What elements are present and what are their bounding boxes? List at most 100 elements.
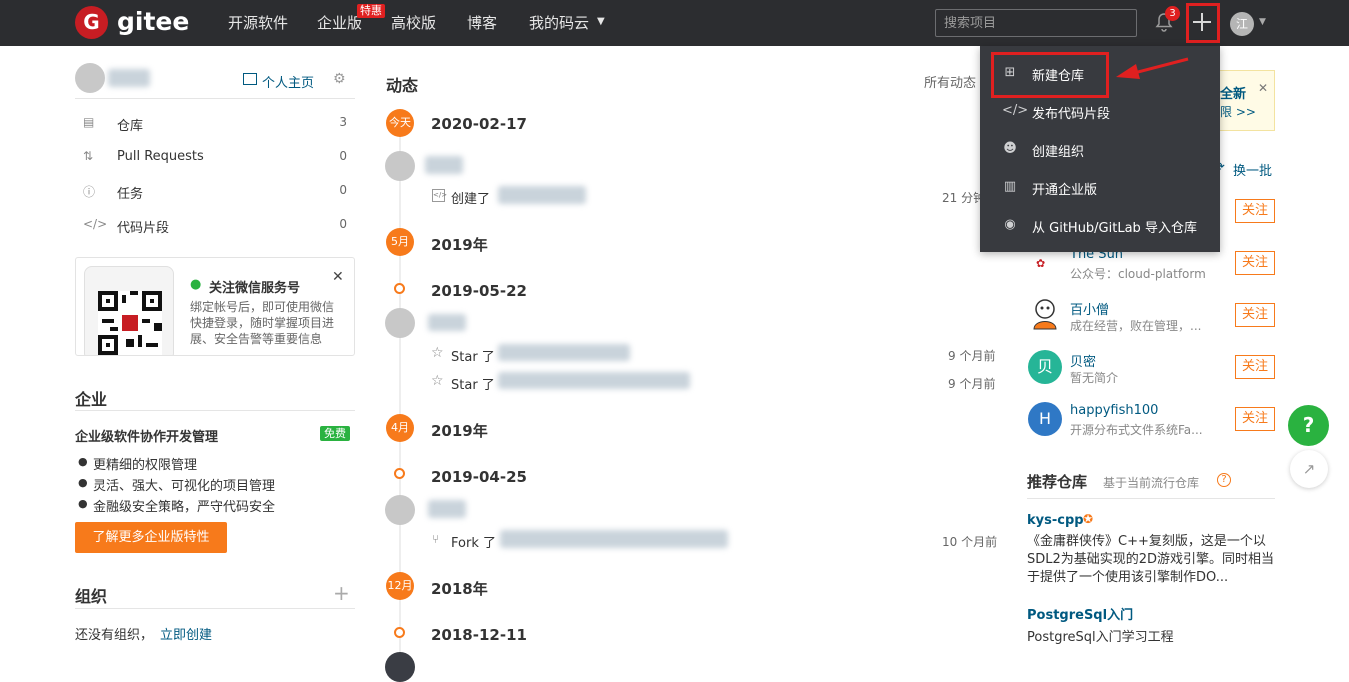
- chevron-down-icon[interactable]: ▼: [1259, 17, 1266, 27]
- enterprise-bullet: 金融级安全策略，严守代码安全: [93, 500, 276, 515]
- gitee-logo-text[interactable]: gitee: [117, 6, 189, 38]
- question-icon[interactable]: ?: [1217, 473, 1231, 487]
- promo-line-2: 限 >>: [1220, 105, 1256, 119]
- menu-item-label: 开通企业版: [1032, 183, 1098, 198]
- feed-year: 2019年: [431, 236, 488, 254]
- follow-button[interactable]: 关注: [1235, 303, 1275, 327]
- divider: [75, 608, 355, 609]
- create-org-link[interactable]: 立即创建: [160, 624, 212, 643]
- feed-filter[interactable]: 所有动态: [924, 72, 976, 91]
- user-desc: 开源分布式文件系统Fa...: [1070, 423, 1203, 437]
- repo-name-blurred[interactable]: [498, 344, 630, 361]
- repo-name[interactable]: kys-cpp: [1027, 513, 1084, 528]
- enterprise-section-title: 企业: [75, 390, 108, 409]
- repo-name[interactable]: PostgreSql入门: [1027, 604, 1133, 623]
- gear-icon[interactable]: ⚙: [333, 71, 346, 87]
- user-avatar[interactable]: [385, 308, 415, 338]
- menu-item-import-repo[interactable]: ◉ 从 GitHub/GitLab 导入仓库: [980, 206, 1220, 244]
- username-blurred: [425, 156, 463, 174]
- sidebar-item-label: 仓库: [117, 119, 144, 134]
- user-avatar[interactable]: [1028, 297, 1062, 331]
- username-blurred: [428, 500, 466, 518]
- search-input[interactable]: [935, 9, 1137, 37]
- refresh-link[interactable]: 换一批: [1233, 160, 1272, 179]
- repo-name-blurred[interactable]: [498, 372, 690, 389]
- repo-name-blurred[interactable]: [498, 186, 586, 204]
- user-avatar[interactable]: [385, 495, 415, 525]
- timeline-dot: [394, 627, 405, 638]
- share-icon[interactable]: ↗: [1290, 450, 1328, 488]
- profile-avatar[interactable]: [75, 63, 105, 93]
- user-avatar[interactable]: [385, 151, 415, 181]
- chevron-down-icon[interactable]: ▼: [597, 16, 605, 27]
- divider: [1027, 498, 1275, 499]
- add-org-icon[interactable]: +: [333, 583, 350, 603]
- follow-button[interactable]: 关注: [1235, 355, 1275, 379]
- gvp-icon: ✪: [1083, 512, 1094, 526]
- repo-icon: ▤: [83, 115, 95, 129]
- close-icon[interactable]: ✕: [1258, 81, 1268, 95]
- close-icon[interactable]: ✕: [332, 269, 344, 285]
- month-badge: 5月: [386, 228, 414, 256]
- feed-date: 2020-02-17: [431, 115, 527, 133]
- top-navbar: G gitee 开源软件 企业版 特惠 高校版 博客 我的码云 ▼ 3 江 ▼: [0, 0, 1349, 46]
- follow-button[interactable]: 关注: [1235, 251, 1275, 275]
- enterprise-subtitle: 企业级软件协作开发管理: [75, 430, 219, 445]
- sidebar-item-count: 3: [339, 115, 347, 129]
- profile-card-icon: [243, 73, 257, 85]
- promo-banner[interactable]: 全新 限 >> ✕: [1214, 70, 1275, 131]
- repo-desc: PostgreSql入门学习工程: [1027, 630, 1174, 645]
- menu-item-enterprise[interactable]: ▥ 开通企业版: [980, 168, 1220, 206]
- follow-button[interactable]: 关注: [1235, 407, 1275, 431]
- feed-date: 2019-04-25: [431, 468, 527, 486]
- menu-item-label: 从 GitHub/GitLab 导入仓库: [1032, 221, 1197, 236]
- enterprise-bullet: 灵活、强大、可视化的项目管理: [93, 479, 276, 494]
- homepage-link[interactable]: 个人主页: [262, 72, 314, 91]
- sidebar-item-label: 任务: [117, 187, 144, 202]
- fork-icon: ⑂: [432, 532, 440, 546]
- wechat-title: 关注微信服务号: [209, 281, 301, 296]
- user-avatar[interactable]: [385, 652, 415, 682]
- nav-my-gitee[interactable]: 我的码云: [529, 14, 589, 32]
- highlight-box-plus: [1186, 3, 1220, 43]
- user-name[interactable]: happyfish100: [1070, 403, 1158, 418]
- nav-university[interactable]: 高校版: [391, 14, 436, 32]
- user-avatar[interactable]: 贝: [1028, 350, 1062, 384]
- bullet-icon: ●: [78, 455, 88, 468]
- nav-open-source[interactable]: 开源软件: [228, 14, 288, 32]
- nav-enterprise[interactable]: 企业版: [317, 14, 362, 32]
- help-button[interactable]: ?: [1288, 405, 1329, 446]
- follow-button[interactable]: 关注: [1235, 199, 1275, 223]
- sidebar-item-count: 0: [339, 217, 347, 231]
- sidebar-item-pull-requests[interactable]: ⇅ Pull Requests 0: [75, 141, 355, 175]
- building-icon: ▥: [1003, 179, 1017, 194]
- repo-name-blurred[interactable]: [500, 530, 728, 548]
- username-blurred: [108, 69, 150, 87]
- user-avatar[interactable]: 江: [1230, 12, 1254, 36]
- feed-action: Star 了: [451, 378, 495, 393]
- star-icon: ☆: [431, 345, 444, 361]
- nav-blog[interactable]: 博客: [467, 14, 497, 32]
- enterprise-features-button[interactable]: 了解更多企业版特性: [75, 522, 227, 553]
- sidebar-item-issues[interactable]: ⓘ 任务 0: [75, 175, 355, 209]
- sidebar-item-repos[interactable]: ▤ 仓库 3: [75, 107, 355, 141]
- gitee-logo-icon[interactable]: G: [75, 6, 108, 39]
- user-name[interactable]: 百小僧: [1070, 299, 1109, 318]
- sidebar-item-count: 0: [339, 149, 347, 163]
- user-avatar[interactable]: ✿: [1036, 257, 1045, 270]
- today-badge: 今天: [386, 109, 414, 137]
- recommend-title: 推荐仓库: [1027, 473, 1088, 491]
- menu-item-label: 发布代码片段: [1032, 107, 1111, 122]
- notification-count-badge: 3: [1165, 6, 1180, 21]
- org-empty-text: 还没有组织，: [75, 628, 154, 643]
- repo-desc: 《金庸群侠传》C++复刻版，这是一个以SDL2为基础实现的2D游戏引擎。同时相当…: [1027, 534, 1275, 585]
- menu-item-create-org[interactable]: ☻ 创建组织: [980, 130, 1220, 168]
- user-avatar[interactable]: H: [1028, 402, 1062, 436]
- user-name[interactable]: 贝密: [1070, 351, 1096, 370]
- qr-code-icon: [98, 291, 162, 355]
- wechat-card: ● 关注微信服务号 绑定帐号后，即可使用微信快捷登录，随时掌握项目进展、安全告警…: [75, 257, 355, 356]
- feed-year: 2019年: [431, 422, 488, 440]
- sidebar-item-snippets[interactable]: </> 代码片段 0: [75, 209, 355, 243]
- feed-action: 创建了: [451, 192, 491, 207]
- feed-year: 2018年: [431, 580, 488, 598]
